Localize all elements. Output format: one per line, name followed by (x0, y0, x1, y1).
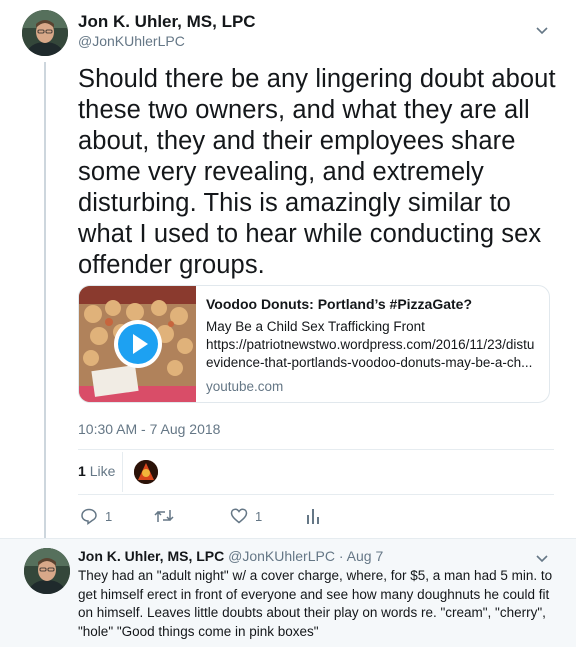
card-title[interactable]: Voodoo Donuts: Portland’s #PizzaGate? (206, 296, 541, 312)
card-thumbnail[interactable] (79, 286, 196, 402)
likes-summary[interactable]: 1 Like (78, 463, 115, 479)
chevron-down-icon[interactable] (534, 550, 550, 566)
chevron-down-icon[interactable] (534, 22, 550, 38)
card-body[interactable]: Voodoo Donuts: Portland’s #PizzaGate? Ma… (206, 296, 541, 394)
play-icon[interactable] (112, 318, 164, 370)
retweet-icon (154, 510, 174, 522)
reply-date[interactable]: Aug 7 (347, 548, 384, 564)
reply-author-handle[interactable]: @JonKUhlerLPC (228, 548, 335, 564)
card-description: May Be a Child Sex Trafficking Front htt… (206, 318, 541, 372)
divider (78, 494, 554, 495)
reply-icon (81, 508, 97, 525)
divider (78, 449, 554, 450)
likes-count: 1 (78, 463, 86, 479)
timestamp[interactable]: 10:30 AM - 7 Aug 2018 (78, 421, 220, 437)
heart-icon (230, 508, 248, 524)
reply-count: 1 (105, 508, 113, 524)
divider (122, 452, 123, 492)
card-desc-line: evidence-that-portlands-voodoo-donuts-ma… (206, 355, 533, 370)
author-name[interactable]: Jon K. Uhler, MS, LPC (78, 12, 256, 32)
avatar[interactable] (22, 10, 68, 56)
link-card[interactable]: Voodoo Donuts: Portland’s #PizzaGate? Ma… (78, 285, 550, 403)
thread-line (44, 62, 46, 540)
liker-avatar[interactable] (134, 460, 158, 484)
reply-author-name[interactable]: Jon K. Uhler, MS, LPC (78, 548, 224, 564)
retweet-button[interactable] (154, 507, 181, 525)
analytics-button[interactable] (306, 507, 320, 525)
analytics-icon (307, 509, 319, 524)
tweet-text: Should there be any lingering doubt abou… (78, 65, 556, 279)
likes-label: Like (89, 463, 116, 479)
card-desc-line: May Be a Child Sex Trafficking Front (206, 319, 425, 334)
reply-button[interactable]: 1 (80, 507, 112, 525)
like-button[interactable]: 1 (230, 507, 262, 525)
card-domain: youtube.com (206, 379, 284, 394)
reply-text: They had an "adult night" w/ a cover cha… (78, 568, 553, 639)
like-count: 1 (255, 508, 263, 524)
avatar[interactable] (24, 548, 70, 594)
reply-header[interactable]: Jon K. Uhler, MS, LPC @JonKUhlerLPC · Au… (78, 548, 383, 564)
card-desc-line: https://patriotnewstwo.wordpress.com/201… (206, 337, 535, 352)
author-handle[interactable]: @JonKUhlerLPC (78, 33, 185, 49)
reply-separator: · (338, 548, 344, 564)
